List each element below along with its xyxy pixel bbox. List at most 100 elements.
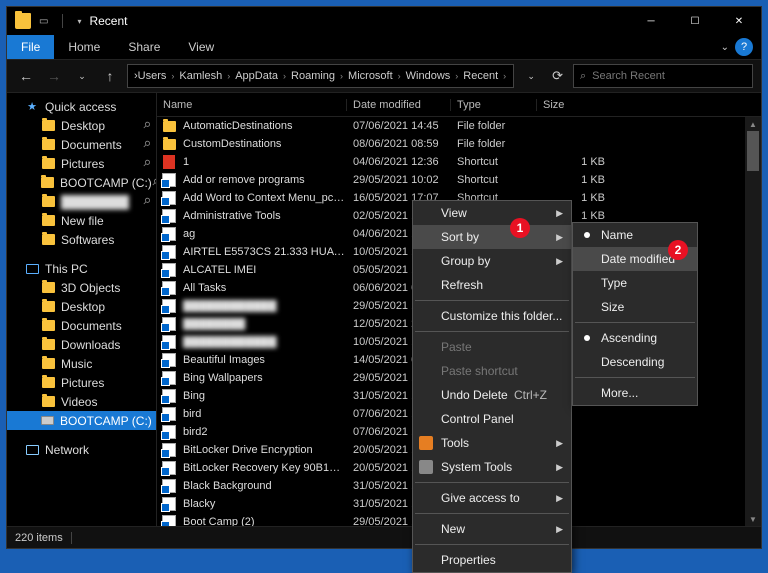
scroll-up-icon[interactable]: ▲ — [745, 117, 761, 131]
sidebar-item[interactable]: Downloads — [7, 335, 156, 354]
sidebar-item[interactable]: Documents⚲ — [7, 135, 156, 154]
forward-button[interactable]: → — [43, 68, 65, 84]
sub-ascending[interactable]: Ascending — [573, 326, 697, 350]
up-button[interactable]: ↑ — [99, 68, 121, 84]
sidebar-item[interactable]: This PC — [7, 259, 156, 278]
file-icon — [161, 514, 177, 526]
file-name: AutomaticDestinations — [183, 120, 347, 132]
file-row[interactable]: 104/06/2021 12:36Shortcut1 KB — [157, 153, 745, 171]
ribbon-tabs: File Home Share View ⌄ ? — [7, 35, 761, 59]
file-icon — [161, 208, 177, 224]
scroll-thumb[interactable] — [747, 131, 759, 171]
sidebar-item[interactable]: Softwares — [7, 230, 156, 249]
ctx-give-access[interactable]: Give access to▶ — [413, 486, 571, 510]
ctx-view[interactable]: View▶ — [413, 201, 571, 225]
sidebar-item[interactable]: ████████⚲ — [7, 192, 156, 211]
file-type: File folder — [451, 120, 537, 132]
sidebar-icon — [41, 376, 55, 390]
crumb[interactable]: Recent› — [463, 70, 511, 82]
breadcrumb-dropdown-icon[interactable]: ⌄ — [520, 71, 542, 82]
ctx-properties[interactable]: Properties — [413, 548, 571, 572]
sidebar-item[interactable]: Pictures⚲ — [7, 154, 156, 173]
sidebar-item[interactable]: Network — [7, 440, 156, 459]
search-input[interactable]: ⌕ Search Recent — [573, 64, 753, 88]
crumb[interactable]: Users› — [138, 70, 180, 82]
ctx-system-tools[interactable]: System Tools▶ — [413, 455, 571, 479]
header-name[interactable]: Name — [157, 99, 347, 111]
ctx-sep — [415, 513, 569, 514]
sidebar-item[interactable]: Desktop — [7, 297, 156, 316]
ribbon-expand-icon[interactable]: ⌄ — [721, 42, 729, 53]
ctx-customize[interactable]: Customize this folder... — [413, 304, 571, 328]
ctx-paste: Paste — [413, 335, 571, 359]
crumb[interactable]: Roaming› — [291, 70, 348, 82]
help-button[interactable]: ? — [735, 38, 753, 56]
sidebar-item[interactable]: BOOTCAMP (C:) — [7, 411, 156, 430]
tab-home[interactable]: Home — [54, 36, 114, 58]
file-name: ████████████ — [183, 300, 347, 312]
file-row[interactable]: AutomaticDestinations07/06/2021 14:45Fil… — [157, 117, 745, 135]
vertical-scrollbar[interactable]: ▲ ▼ — [745, 117, 761, 526]
ctx-sep — [415, 482, 569, 483]
header-type[interactable]: Type — [451, 99, 537, 111]
breadcrumb[interactable]: ›Users›Kamlesh›AppData›Roaming›Microsoft… — [127, 64, 514, 88]
ctx-refresh[interactable]: Refresh — [413, 273, 571, 297]
file-type: Shortcut — [451, 156, 537, 168]
header-date[interactable]: Date modified — [347, 99, 451, 111]
ctx-group-by[interactable]: Group by▶ — [413, 249, 571, 273]
tab-view[interactable]: View — [174, 36, 228, 58]
file-name: All Tasks — [183, 282, 347, 294]
qat-dropdown-icon[interactable]: ▾ — [77, 17, 81, 26]
sub-sep — [575, 322, 695, 323]
ctx-undo-delete[interactable]: Undo DeleteCtrl+Z — [413, 383, 571, 407]
sidebar-icon — [25, 262, 39, 276]
recent-locations-icon[interactable]: ⌄ — [71, 71, 93, 82]
qat-props-icon[interactable]: ▭ — [39, 16, 48, 27]
sidebar-item[interactable]: BOOTCAMP (C:)⚲ — [7, 173, 156, 192]
file-icon — [161, 136, 177, 152]
sub-more[interactable]: More... — [573, 381, 697, 405]
ctx-new[interactable]: New▶ — [413, 517, 571, 541]
crumb[interactable]: Microsoft› — [348, 70, 406, 82]
file-row[interactable]: CustomDestinations08/06/2021 08:59File f… — [157, 135, 745, 153]
sub-size[interactable]: Size — [573, 295, 697, 319]
file-icon — [161, 388, 177, 404]
chevron-right-icon: ▶ — [556, 256, 563, 267]
tab-share[interactable]: Share — [114, 36, 174, 58]
back-button[interactable]: ← — [15, 68, 37, 84]
ctx-tools[interactable]: Tools▶ — [413, 431, 571, 455]
header-size[interactable]: Size — [537, 99, 617, 111]
sub-type[interactable]: Type — [573, 271, 697, 295]
crumb[interactable]: AppData› — [235, 70, 291, 82]
sidebar-item[interactable]: Documents — [7, 316, 156, 335]
refresh-button[interactable]: ⟳ — [552, 68, 563, 84]
sidebar-item[interactable]: Pictures — [7, 373, 156, 392]
maximize-button[interactable]: ☐ — [673, 7, 717, 35]
sidebar-item[interactable]: New file — [7, 211, 156, 230]
crumb[interactable]: Windows› — [406, 70, 464, 82]
annotation-marker-1: 1 — [510, 218, 530, 238]
file-name: Beautiful Images — [183, 354, 347, 366]
system-tools-icon — [419, 460, 433, 474]
sidebar-item[interactable]: Desktop⚲ — [7, 116, 156, 135]
file-name: bird — [183, 408, 347, 420]
close-button[interactable]: ✕ — [717, 7, 761, 35]
file-row[interactable]: Add or remove programs29/05/2021 10:02Sh… — [157, 171, 745, 189]
sidebar-item[interactable]: ★Quick access — [7, 97, 156, 116]
sidebar-item[interactable]: Videos — [7, 392, 156, 411]
ctx-control-panel[interactable]: Control Panel — [413, 407, 571, 431]
sidebar-icon — [41, 233, 55, 247]
minimize-button[interactable]: ─ — [629, 7, 673, 35]
scroll-down-icon[interactable]: ▼ — [745, 512, 761, 526]
ctx-sort-by[interactable]: Sort by▶ — [413, 225, 571, 249]
file-name: ag — [183, 228, 347, 240]
sidebar-item[interactable]: Music — [7, 354, 156, 373]
sidebar-icon — [41, 395, 55, 409]
file-icon — [161, 478, 177, 494]
tab-file[interactable]: File — [7, 35, 54, 59]
sidebar-item[interactable]: 3D Objects — [7, 278, 156, 297]
sidebar-icon — [41, 414, 54, 428]
sub-descending[interactable]: Descending — [573, 350, 697, 374]
sidebar-icon — [41, 138, 55, 152]
crumb[interactable]: Kamlesh› — [179, 70, 235, 82]
